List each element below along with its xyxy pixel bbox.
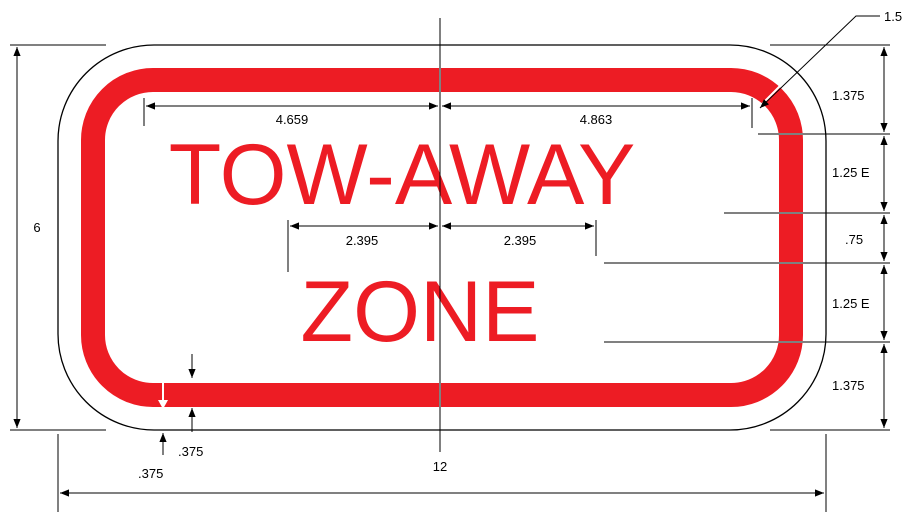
bottom-margin-label: 1.375 [832,378,865,393]
top-margin-label: 1.375 [832,88,865,103]
line1-right-label: 4.863 [580,112,613,127]
tow-away-zone-sign-drawing: TOW-AWAY ZONE 12 6 4.659 4.863 2.395 2.3… [10,9,902,512]
border-width-label: .375 [178,444,203,459]
legend-line-2: ZONE [301,264,540,360]
overall-width-label: 12 [433,459,447,474]
line2-right-label: 2.395 [504,233,537,248]
line2-left-label: 2.395 [346,233,379,248]
line1-height-label: 1.25 E [832,165,870,180]
line2-height-label: 1.25 E [832,296,870,311]
sign-outline [57,44,827,431]
line-gap-label: .75 [845,232,863,247]
legend-line-1: TOW-AWAY [169,127,636,223]
border-inset-label: .375 [138,466,163,481]
line1-left-label: 4.659 [276,112,309,127]
overall-height-label: 6 [33,220,40,235]
corner-radius-label: 1.5 [884,9,902,24]
